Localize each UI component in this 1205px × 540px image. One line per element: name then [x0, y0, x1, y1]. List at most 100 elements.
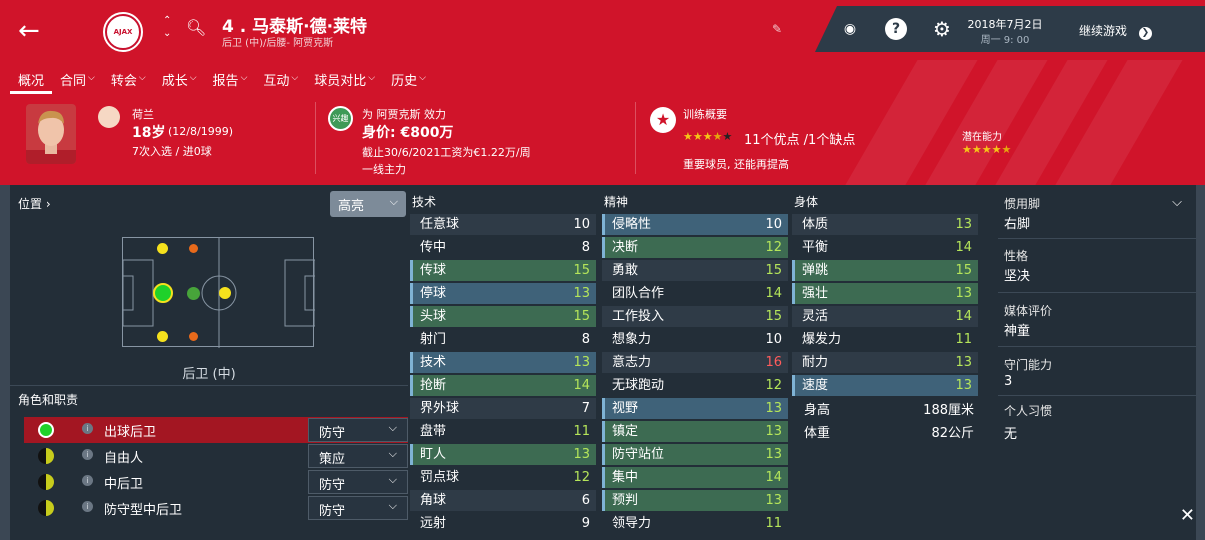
attribute-row: 领导力 11: [602, 513, 788, 534]
duty-dropdown[interactable]: 防守 ⌵: [308, 418, 408, 442]
chevron-down-icon: ⌵: [240, 73, 248, 83]
close-icon[interactable]: ✕: [1180, 505, 1195, 526]
attribute-row: 平衡 14: [792, 237, 978, 258]
potential-stars: ★★★★★: [962, 143, 1011, 156]
nav-menu-label: 历史: [391, 74, 418, 89]
position-dot: [189, 244, 198, 253]
gear-icon[interactable]: ⚙: [931, 17, 953, 41]
habits-value: 无: [1004, 427, 1018, 442]
continue-button[interactable]: 继续游戏 ❯: [1079, 22, 1152, 40]
duty-dropdown[interactable]: 策应 ⌵: [308, 444, 408, 468]
info-icon[interactable]: i: [82, 475, 93, 486]
star-icon: ★: [692, 130, 703, 143]
role-row[interactable]: i 出球后卫 防守 ⌵: [24, 417, 408, 443]
help-icon[interactable]: ?: [885, 18, 907, 40]
edit-pencil-icon[interactable]: ✎: [772, 22, 782, 36]
nav-menu-label: 合同: [60, 74, 87, 89]
attribute-name: 预判: [612, 493, 639, 508]
nav-menu-item[interactable]: 转会 ⌵: [103, 68, 154, 94]
duty-dropdown[interactable]: 防守 ⌵: [308, 496, 408, 520]
foot-value: 右脚: [1004, 217, 1031, 232]
natural-position-dot: [153, 283, 173, 303]
attribute-name: 想象力: [612, 332, 652, 347]
nav-menu-item[interactable]: 成长 ⌵: [154, 68, 205, 94]
training-title: 训练概要: [683, 108, 727, 121]
personality-value: 坚决: [1004, 269, 1031, 284]
attribute-value: 12: [765, 240, 782, 255]
nav-menu-item[interactable]: 球员对比 ⌵: [306, 68, 383, 94]
attribute-value: 13: [573, 286, 590, 301]
info-icon[interactable]: i: [82, 423, 93, 434]
nav-menu-label: 报告: [212, 74, 239, 89]
attribute-row: 预判 13: [602, 490, 788, 511]
network-icon[interactable]: ◉: [839, 18, 861, 40]
nav-menu-label: 球员对比: [314, 74, 367, 89]
media-value: 神童: [1004, 324, 1031, 339]
player-avatar: [26, 104, 76, 164]
attribute-row: 镇定 13: [602, 421, 788, 442]
player-header: ← AJAX ⌃ ⌄ 🔍︎ 4 . 马泰斯·德·莱特 后卫 (中)/后腰- 阿贾克…: [0, 0, 1205, 185]
attribute-name: 角球: [420, 493, 447, 508]
info-icon[interactable]: i: [82, 501, 93, 512]
attribute-name: 传球: [420, 263, 447, 278]
chevron-down-icon: ⌵: [419, 73, 426, 83]
nav-menu-item[interactable]: 合同 ⌵: [52, 68, 103, 94]
nav-menu-item[interactable]: 互动 ⌵: [255, 68, 306, 94]
attribute-name: 任意球: [420, 217, 460, 232]
attribute-value: 7: [581, 401, 590, 416]
nav-menu-item[interactable]: 报告 ⌵: [205, 68, 256, 94]
attribute-name: 耐力: [802, 355, 829, 370]
nationality-flag-icon: [98, 106, 120, 128]
attribute-name: 集中: [612, 470, 639, 485]
top-bar: ◉ ? ⚙ 2018年7月2日 周一 9: 00 继续游戏 ❯: [815, 6, 1205, 52]
nav-menu-item[interactable]: 概况: [10, 68, 53, 94]
duty-dropdown[interactable]: 防守 ⌵: [308, 470, 408, 494]
attribute-row: 决断 12: [602, 237, 788, 258]
position-dot: [157, 243, 168, 254]
prev-next-icon[interactable]: ⌃ ⌄: [163, 14, 171, 40]
star-icon: ★: [1001, 143, 1012, 156]
player-dob: (12/8/1999): [168, 125, 233, 138]
attribute-row: 无球跑动 12: [602, 375, 788, 396]
attribute-name: 头球: [420, 309, 447, 324]
nav-menu-item[interactable]: 历史 ⌵: [383, 68, 434, 94]
chevron-down-icon: ⌵: [389, 195, 398, 208]
attribute-row: 弹跳 15: [792, 260, 978, 281]
training-stars: ★★★★★: [683, 130, 732, 143]
attribute-row: 罚点球 12: [410, 467, 596, 488]
highlight-dropdown[interactable]: 高亮 ⌵: [330, 191, 406, 217]
position-dot: [187, 287, 200, 300]
player-value: 身价: €800万: [362, 125, 454, 141]
attribute-value: 13: [955, 286, 972, 301]
attribute-row: 强壮 13: [792, 283, 978, 304]
nav-menu-label: 概况: [18, 74, 45, 89]
search-icon[interactable]: 🔍︎: [186, 18, 206, 37]
attribute-row: 侵略性 10: [602, 214, 788, 235]
attribute-value: 16: [765, 355, 782, 370]
back-arrow-icon[interactable]: ←: [18, 16, 40, 46]
mental-header: 精神: [604, 195, 629, 209]
info-icon[interactable]: i: [82, 449, 93, 460]
attribute-value: 15: [573, 263, 590, 278]
attribute-row: 盯人 13: [410, 444, 596, 465]
role-row[interactable]: i 防守型中后卫 防守 ⌵: [24, 495, 408, 521]
attribute-name: 镇定: [612, 424, 639, 439]
attribute-value: 10: [573, 217, 590, 232]
nav-menu-label: 转会: [110, 74, 137, 89]
attribute-value: 13: [765, 493, 782, 508]
height-value: 188厘米: [923, 403, 974, 418]
role-row[interactable]: i 中后卫 防守 ⌵: [24, 469, 408, 495]
attribute-value: 13: [765, 401, 782, 416]
chevron-down-icon[interactable]: ⌵: [1172, 195, 1182, 210]
weight-row: 体重 82公斤: [794, 423, 980, 444]
position-panel: 位置 › 高亮 ⌵ 后卫 (中) 角色和职责 i 出球后卫 防守 ⌵ i 自由人 策应 ⌵ i 中后…: [10, 185, 408, 540]
role-name: 防守型中后卫: [104, 503, 183, 518]
role-row[interactable]: i 自由人 策应 ⌵: [24, 443, 408, 469]
attribute-value: 8: [581, 332, 590, 347]
height-label: 身高: [804, 403, 831, 418]
positions-header[interactable]: 位置 ›: [18, 195, 51, 212]
attribute-value: 15: [765, 263, 782, 278]
attribute-name: 抢断: [420, 378, 447, 393]
attribute-row: 防守站位 13: [602, 444, 788, 465]
attribute-name: 团队合作: [612, 286, 665, 301]
